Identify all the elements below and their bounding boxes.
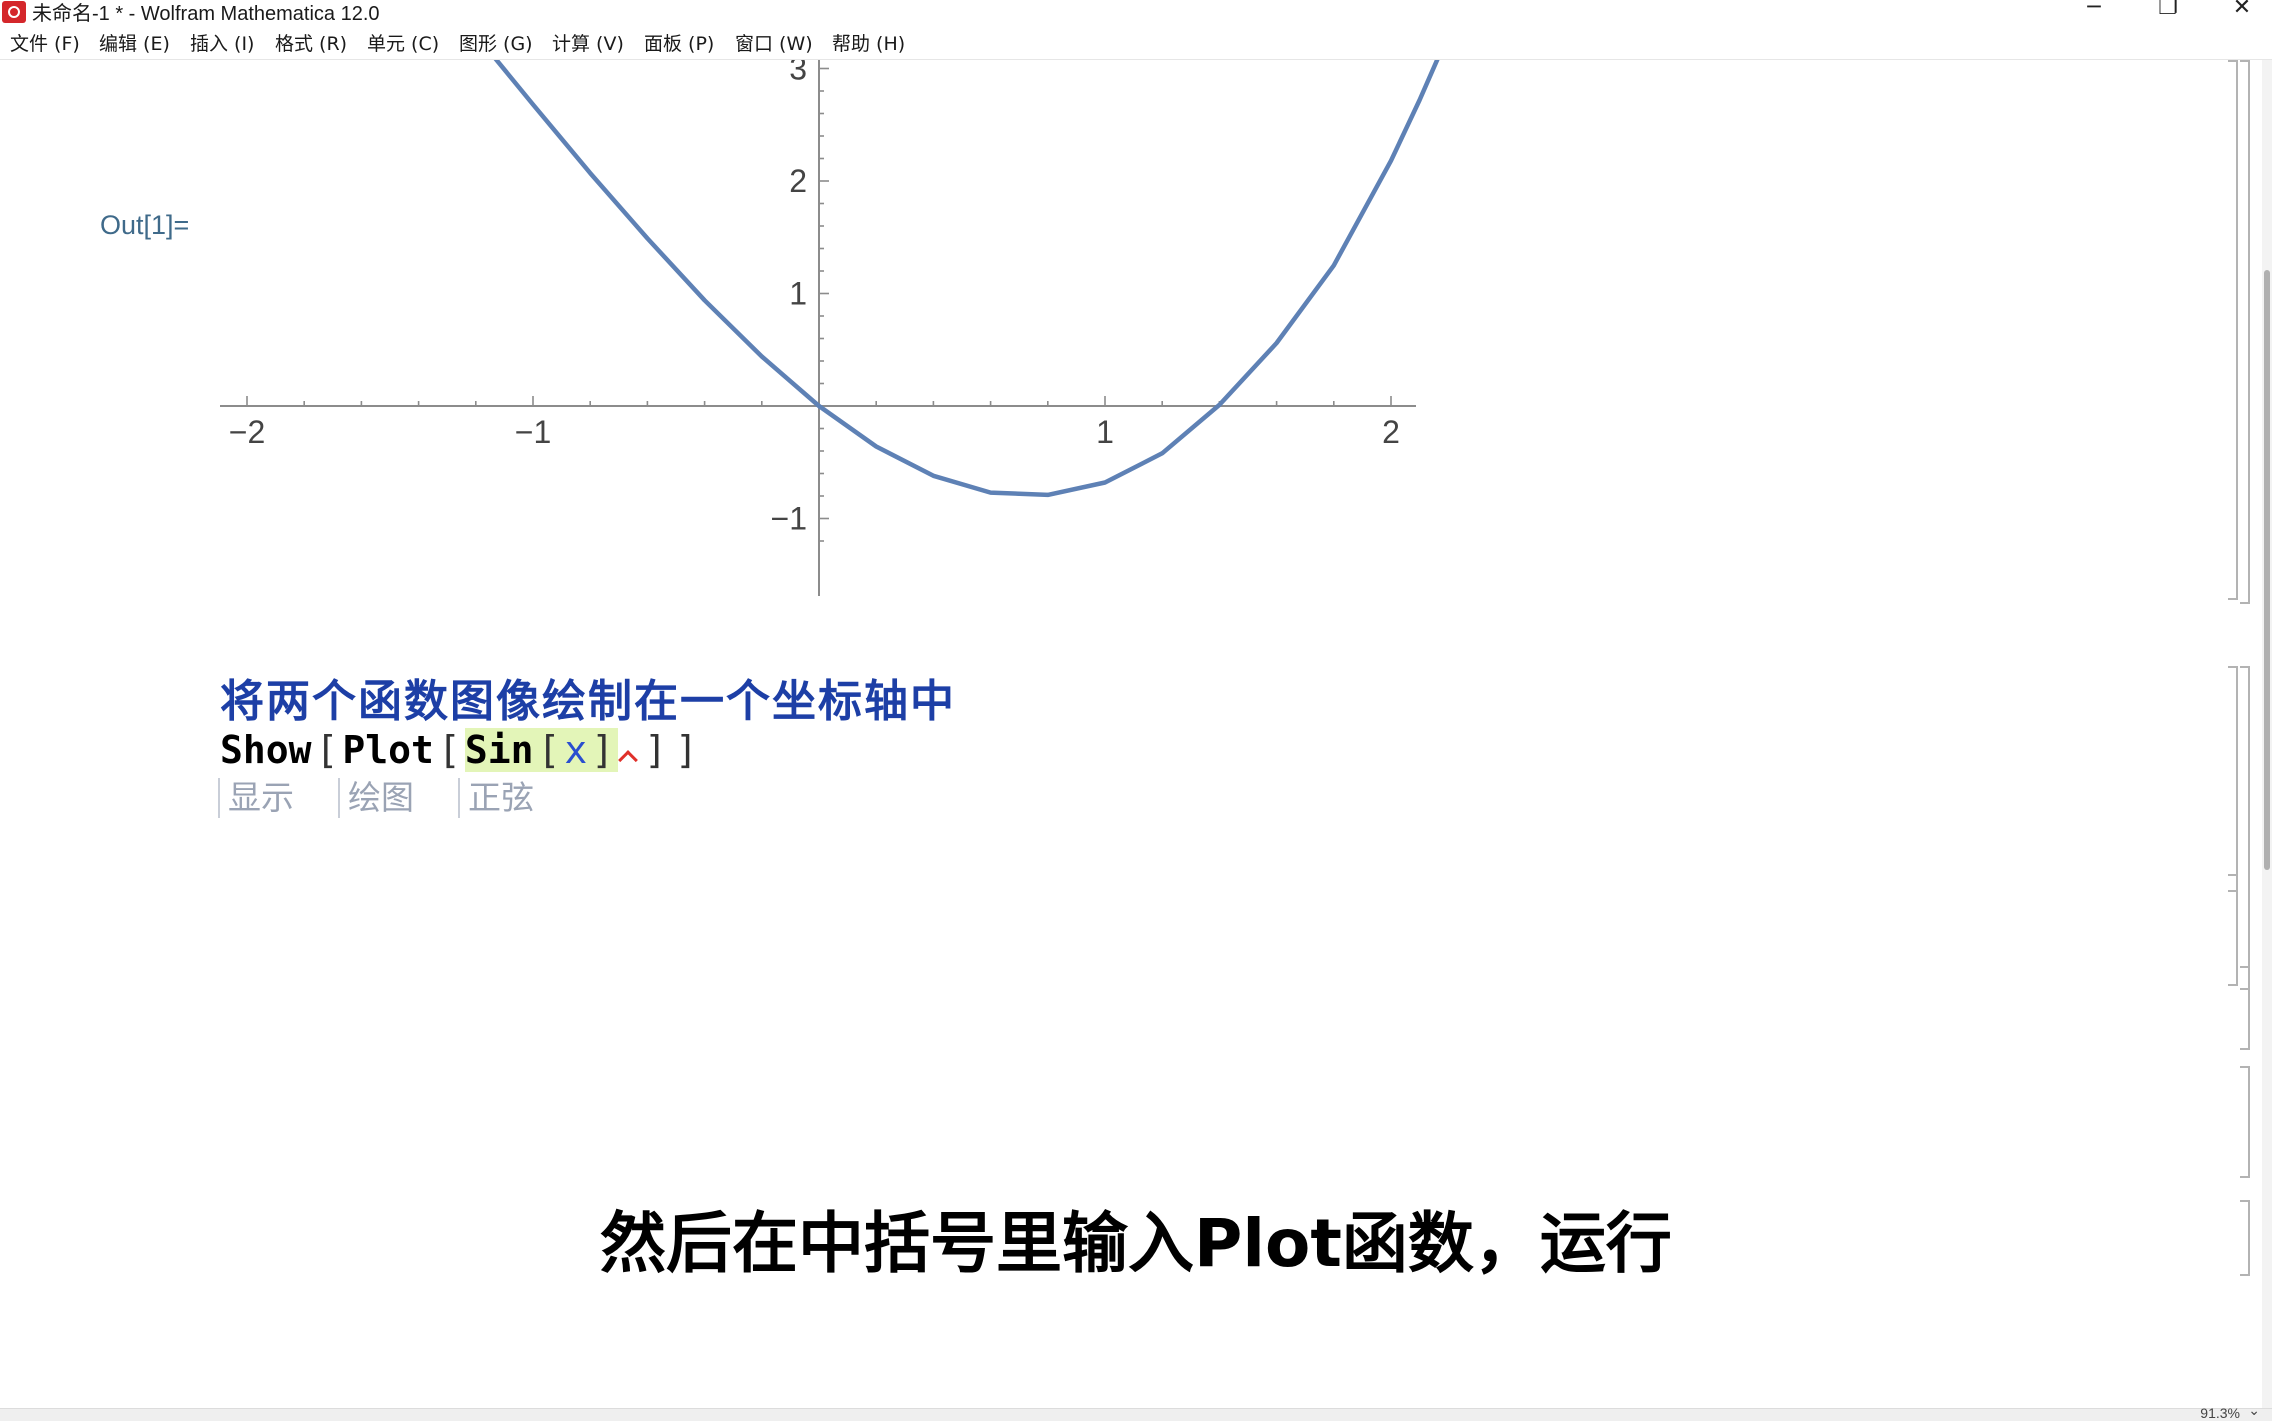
show-function[interactable]: Show	[220, 728, 312, 772]
menu-edit[interactable]: 编辑 (E)	[99, 29, 170, 56]
menu-cell[interactable]: 单元 (C)	[367, 29, 439, 56]
cell-bracket[interactable]	[2240, 966, 2250, 1050]
sin-function[interactable]: Sin	[465, 728, 534, 772]
cell-bracket[interactable]	[2228, 60, 2238, 600]
cell-bracket[interactable]	[2240, 1200, 2250, 1276]
close-bracket: ]	[675, 728, 698, 772]
cell-bracket[interactable]	[2228, 874, 2238, 986]
hint-sin: 正弦	[458, 778, 534, 818]
section-heading[interactable]: 将两个函数图像绘制在一个坐标轴中	[220, 665, 956, 729]
restore-button[interactable]: ❐	[2148, 0, 2188, 24]
menu-insert[interactable]: 插入 (I)	[190, 29, 254, 56]
y-tick-label: 3	[789, 60, 807, 87]
x-tick-label: 1	[1096, 414, 1114, 450]
plot-series	[493, 60, 1440, 498]
open-bracket: [	[537, 728, 561, 772]
notebook-document[interactable]: Out[1]= −2 −1 1 2 3 2 1 −1 将两个函数图像绘制在一个坐标轴中 Sho…	[0, 60, 2272, 1410]
open-bracket: [	[315, 728, 339, 772]
missing-argument-caret-icon	[618, 749, 640, 769]
cell-group-bracket[interactable]	[2240, 60, 2250, 604]
status-bar: 91.3% ⌄	[0, 1403, 2272, 1421]
menu-window[interactable]: 窗口 (W)	[735, 29, 813, 56]
hint-plot: 绘图	[338, 778, 414, 818]
cell-bracket[interactable]	[2240, 1066, 2250, 1178]
y-tick-label: 1	[789, 276, 807, 312]
menu-help[interactable]: 帮助 (H)	[832, 29, 905, 56]
mathematica-app-icon[interactable]	[2, 1, 26, 23]
video-subtitle: 然后在中括号里输入Plot函数，运行	[600, 1205, 1672, 1282]
x-tick-label: −2	[229, 414, 265, 450]
vertical-scrollbar-thumb[interactable]	[2264, 270, 2270, 870]
zoom-level[interactable]: 91.3%	[2200, 1405, 2240, 1421]
x-tick-label: −1	[515, 414, 551, 450]
y-tick-label: 2	[789, 163, 807, 199]
chevron-down-icon[interactable]: ⌄	[2248, 1403, 2260, 1419]
menu-format[interactable]: 格式 (R)	[275, 29, 347, 56]
title-bar: 未命名-1 * - Wolfram Mathematica 12.0 ─ ❐ ✕	[0, 0, 2272, 26]
open-bracket: [	[437, 728, 461, 772]
minimize-button[interactable]: ─	[2074, 0, 2114, 24]
menu-file[interactable]: 文件 (F)	[10, 29, 80, 56]
menu-graphics[interactable]: 图形 (G)	[459, 29, 533, 56]
plot-function[interactable]: Plot	[342, 728, 434, 772]
function-curve	[493, 60, 1440, 498]
plot-axes	[220, 60, 1416, 596]
close-button[interactable]: ✕	[2222, 0, 2262, 24]
x-tick-label: 2	[1382, 414, 1400, 450]
variable-x[interactable]: x	[564, 728, 587, 772]
window-title: 未命名-1 * - Wolfram Mathematica 12.0	[32, 3, 380, 25]
menu-bar: 文件 (F) 编辑 (E) 插入 (I) 格式 (R) 单元 (C) 图形 (G…	[0, 27, 2272, 60]
input-cell[interactable]: Show[Plot[Sin[x]]]	[220, 728, 702, 772]
close-bracket: ]	[591, 728, 615, 772]
plot-tick-labels: −2 −1 1 2 3 2 1 −1	[229, 60, 1400, 537]
cell-group-bracket[interactable]	[2240, 666, 2250, 990]
menu-palettes[interactable]: 面板 (P)	[644, 29, 714, 56]
y-tick-label: −1	[771, 501, 807, 537]
cell-bracket[interactable]	[2228, 666, 2238, 892]
hint-show: 显示	[218, 778, 294, 818]
plot-graphic[interactable]: −2 −1 1 2 3 2 1 −1	[0, 60, 2272, 620]
close-bracket: ]	[644, 728, 668, 772]
menu-evaluation[interactable]: 计算 (V)	[552, 29, 624, 56]
